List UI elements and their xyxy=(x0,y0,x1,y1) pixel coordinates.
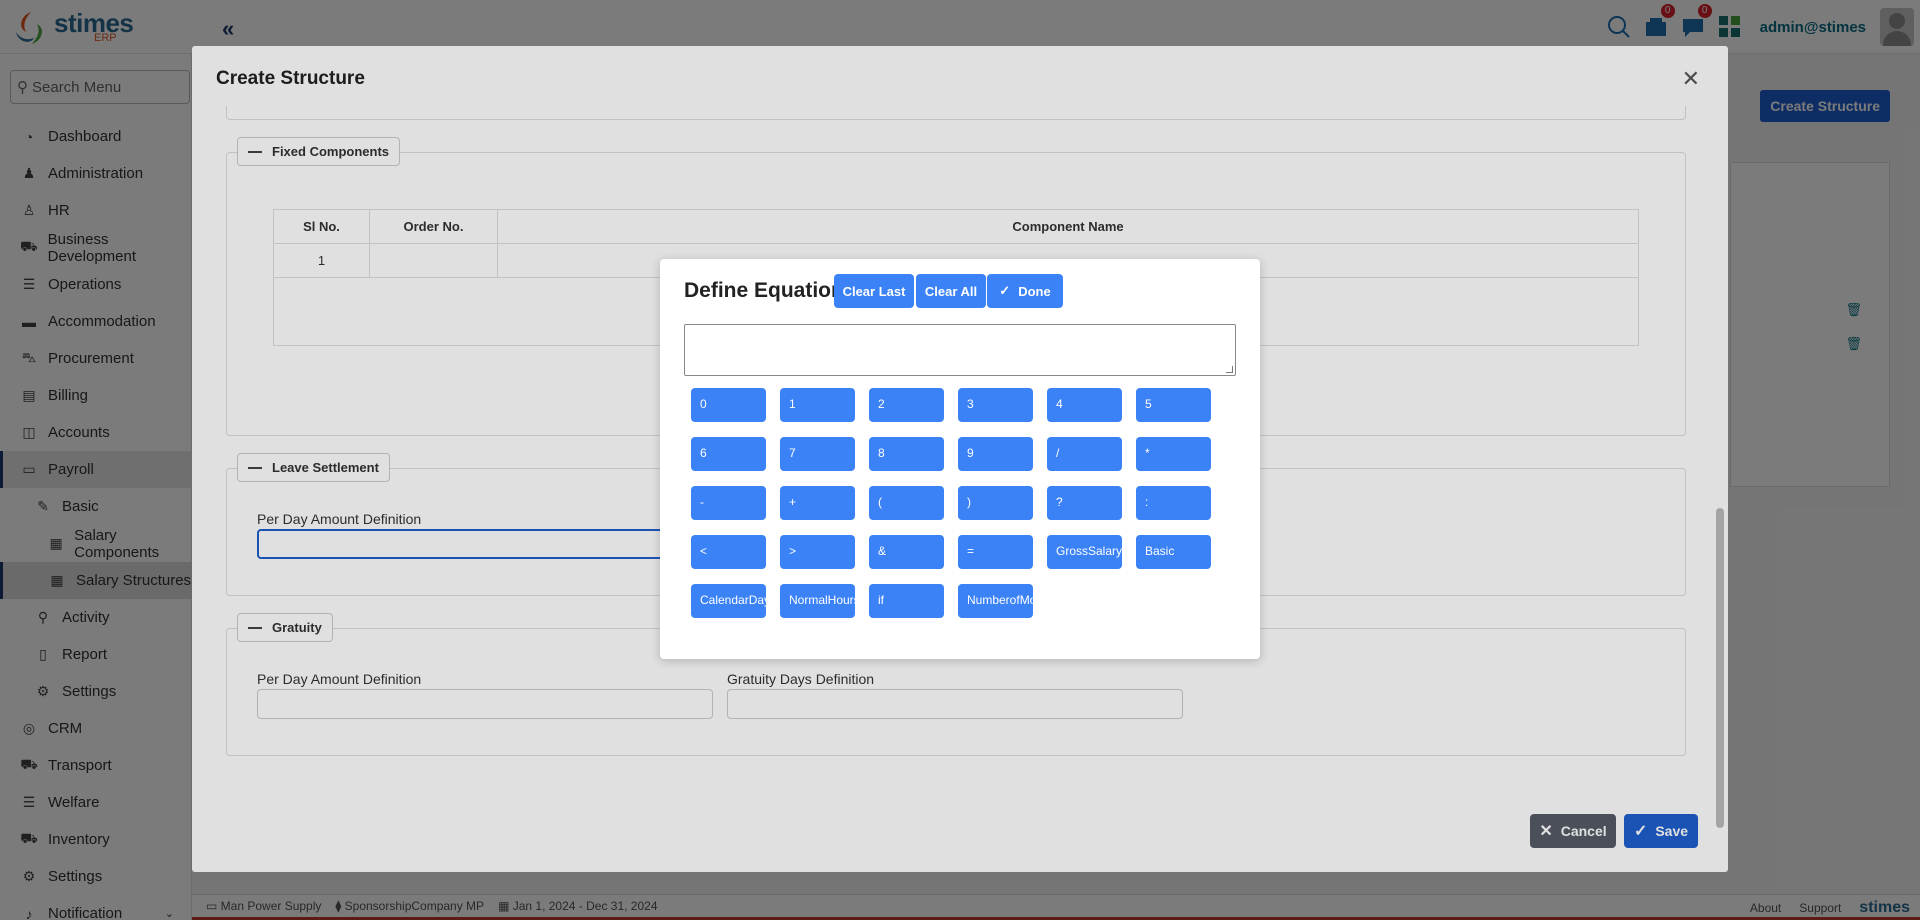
keypad-button[interactable]: if xyxy=(869,584,944,618)
keypad-button[interactable]: + xyxy=(780,486,855,520)
clear-last-button[interactable]: Clear Last xyxy=(834,274,914,308)
keypad-button[interactable]: < xyxy=(691,535,766,569)
keypad-button[interactable]: 1 xyxy=(780,388,855,422)
equation-textarea[interactable] xyxy=(684,324,1236,376)
keypad-button[interactable]: 5 xyxy=(1136,388,1211,422)
keypad-button[interactable]: NormalHours xyxy=(780,584,855,618)
app: stimes ERP « 0 0 admin@stimes ⚲ Search M… xyxy=(0,0,1920,920)
keypad-button[interactable]: = xyxy=(958,535,1033,569)
keypad-button[interactable]: 2 xyxy=(869,388,944,422)
keypad-button[interactable]: 7 xyxy=(780,437,855,471)
keypad-button[interactable]: 9 xyxy=(958,437,1033,471)
keypad-button[interactable]: GrossSalary xyxy=(1047,535,1122,569)
keypad-button[interactable]: > xyxy=(780,535,855,569)
keypad-button[interactable]: CalendarDays xyxy=(691,584,766,618)
keypad-button[interactable]: : xyxy=(1136,486,1211,520)
define-equation-modal: Define Equation Clear Last Clear All ✓ D… xyxy=(660,259,1260,659)
check-icon: ✓ xyxy=(999,283,1011,298)
keypad-button[interactable]: 4 xyxy=(1047,388,1122,422)
keypad-button[interactable]: 6 xyxy=(691,437,766,471)
clear-all-button[interactable]: Clear All xyxy=(916,274,986,308)
keypad-button[interactable]: - xyxy=(691,486,766,520)
keypad-button[interactable]: 0 xyxy=(691,388,766,422)
keypad-button[interactable]: & xyxy=(869,535,944,569)
keypad-button[interactable]: 3 xyxy=(958,388,1033,422)
keypad-button[interactable]: * xyxy=(1136,437,1211,471)
keypad-button[interactable]: ? xyxy=(1047,486,1122,520)
keypad-button[interactable]: / xyxy=(1047,437,1122,471)
keypad-button[interactable]: ( xyxy=(869,486,944,520)
keypad-button[interactable]: NumberofMonths xyxy=(958,584,1033,618)
done-label: Done xyxy=(1018,283,1051,299)
equation-title: Define Equation xyxy=(684,279,844,302)
done-button[interactable]: ✓ Done xyxy=(987,274,1063,308)
keypad-button[interactable]: 8 xyxy=(869,437,944,471)
keypad-button[interactable]: Basic xyxy=(1136,535,1211,569)
keypad-button[interactable]: ) xyxy=(958,486,1033,520)
